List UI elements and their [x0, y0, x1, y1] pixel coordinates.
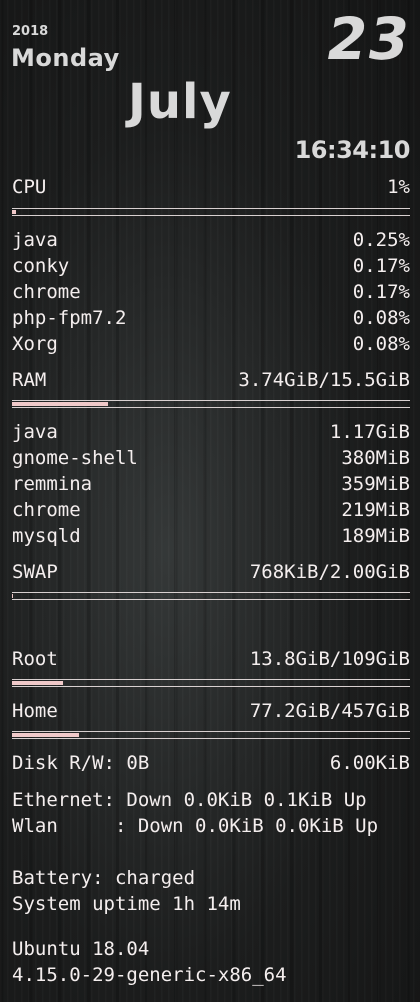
- cpu-label: CPU: [12, 176, 47, 198]
- cpu-process-row: java 0.25%: [12, 227, 410, 253]
- disk-io-label: Disk R/W: 0B: [12, 752, 150, 774]
- swap-usage-bar: [12, 592, 410, 600]
- root-disk-label: Root: [12, 648, 58, 670]
- cpu-usage-bar-fill: [12, 210, 16, 214]
- root-disk-value: 13.8GiB/109GiB: [249, 648, 410, 670]
- ram-usage-bar-fill: [12, 402, 108, 406]
- battery-status: Battery: charged: [12, 867, 196, 889]
- month-label: July: [128, 74, 232, 130]
- ram-usage-bar: [12, 400, 410, 408]
- ram-process-name: mysqld: [12, 525, 81, 547]
- swap-value: 768KiB/2.00GiB: [249, 561, 410, 583]
- swap-label: SWAP: [12, 561, 58, 583]
- disk-io-value: 6.00KiB: [329, 752, 410, 774]
- cpu-value: 1%: [387, 176, 410, 198]
- cpu-process-name: Xorg: [12, 333, 58, 355]
- cpu-usage-bar: [12, 208, 410, 216]
- home-disk-bar-fill: [12, 733, 80, 737]
- home-disk-row: Home 77.2GiB/457GiB: [12, 698, 410, 724]
- weekday-label: Monday: [11, 44, 120, 72]
- system-uptime: System uptime 1h 14m: [12, 893, 241, 915]
- ram-label: RAM: [12, 369, 47, 391]
- ethernet-status: Ethernet: Down 0.0KiB 0.1KiB Up: [12, 789, 367, 811]
- cpu-process-name: conky: [12, 255, 70, 277]
- home-disk-label: Home: [12, 700, 58, 722]
- ram-value: 3.74GiB/15.5GiB: [238, 369, 410, 391]
- ram-process-value: 219MiB: [341, 499, 410, 521]
- ram-process-name: chrome: [12, 499, 81, 521]
- home-disk-bar: [12, 731, 410, 739]
- wlan-status: Wlan : Down 0.0KiB 0.0KiB Up: [12, 815, 379, 837]
- cpu-row: CPU 1%: [12, 174, 410, 200]
- cpu-process-value: 0.25%: [352, 229, 410, 251]
- cpu-process-row: php-fpm7.2 0.08%: [12, 305, 410, 331]
- swap-row: SWAP 768KiB/2.00GiB: [12, 559, 410, 585]
- ram-process-value: 1.17GiB: [329, 421, 410, 443]
- day-number: 23: [321, 5, 416, 73]
- cpu-process-row: conky 0.17%: [12, 253, 410, 279]
- ram-process-name: gnome-shell: [12, 447, 138, 469]
- root-disk-row: Root 13.8GiB/109GiB: [12, 646, 410, 672]
- ram-process-row: java 1.17GiB: [12, 419, 410, 445]
- disk-io-row: Disk R/W: 0B 6.00KiB: [12, 750, 410, 776]
- cpu-process-row: Xorg 0.08%: [12, 331, 410, 357]
- year-label: 2018: [12, 24, 49, 39]
- cpu-process-value: 0.08%: [352, 333, 410, 355]
- ram-process-row: chrome 219MiB: [12, 497, 410, 523]
- ram-process-row: mysqld 189MiB: [12, 523, 410, 549]
- cpu-process-value: 0.17%: [352, 255, 410, 277]
- home-disk-value: 77.2GiB/457GiB: [249, 700, 410, 722]
- cpu-process-value: 0.17%: [352, 281, 410, 303]
- ram-row: RAM 3.74GiB/15.5GiB: [12, 367, 410, 393]
- ram-process-value: 359MiB: [341, 473, 410, 495]
- cpu-process-row: chrome 0.17%: [12, 279, 410, 305]
- os-version: Ubuntu 18.04: [12, 938, 150, 960]
- cpu-process-name: chrome: [12, 281, 81, 303]
- clock-time: 16:34:10: [294, 136, 411, 164]
- ram-process-row: remmina 359MiB: [12, 471, 410, 497]
- cpu-process-name: java: [12, 229, 58, 251]
- ram-process-value: 189MiB: [341, 525, 410, 547]
- ram-process-row: gnome-shell 380MiB: [12, 445, 410, 471]
- ram-process-name: remmina: [12, 473, 93, 495]
- root-disk-bar-fill: [12, 681, 63, 685]
- cpu-process-name: php-fpm7.2: [12, 307, 127, 329]
- ram-process-value: 380MiB: [341, 447, 410, 469]
- root-disk-bar: [12, 679, 410, 687]
- cpu-process-value: 0.08%: [352, 307, 410, 329]
- kernel-version: 4.15.0-29-generic-x86_64: [12, 964, 287, 986]
- ram-process-name: java: [12, 421, 58, 443]
